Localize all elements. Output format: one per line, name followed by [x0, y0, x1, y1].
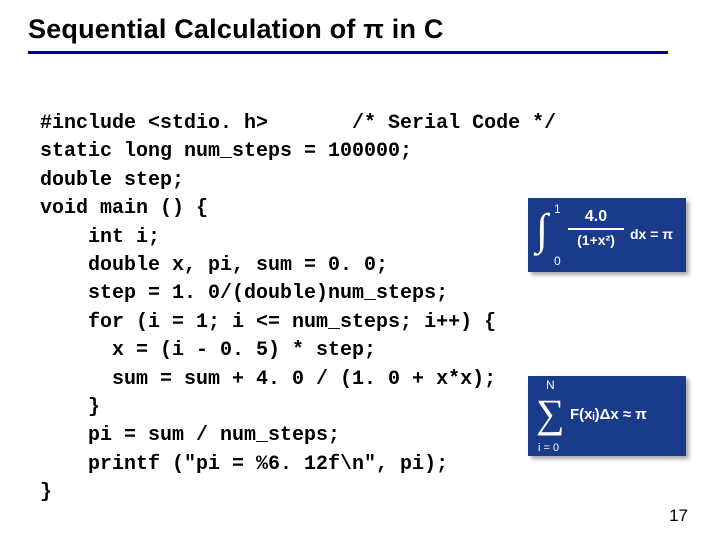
integral-icon: ∫ — [536, 204, 548, 255]
sigma-body: F(xᵢ)Δx ≈ π — [570, 406, 647, 423]
slide-title: Sequential Calculation of π in C — [28, 14, 668, 54]
code-line: sum = sum + 4. 0 / (1. 0 + x*x); — [40, 368, 496, 391]
code-block: #include <stdio. h> /* Serial Code */ st… — [40, 110, 556, 507]
fraction-denominator: (1+x²) — [568, 230, 624, 248]
code-line: } — [40, 396, 100, 419]
integral-lower: 0 — [554, 254, 561, 268]
code-line: for (i = 1; i <= num_steps; i++) { — [40, 311, 496, 334]
code-line: pi = sum / num_steps; — [40, 424, 340, 447]
code-line: printf ("pi = %6. 12f\n", pi); — [40, 453, 448, 476]
summation-formula: ∑ N i = 0 F(xᵢ)Δx ≈ π — [528, 376, 686, 456]
code-line: double step; — [40, 169, 184, 192]
code-line: int i; — [40, 226, 160, 249]
integral-formula: ∫ 1 0 4.0 (1+x²) dx = π — [528, 198, 686, 272]
slide: Sequential Calculation of π in C #includ… — [0, 0, 720, 540]
code-line: #include <stdio. h> /* Serial Code */ — [40, 112, 556, 135]
code-line: x = (i - 0. 5) * step; — [40, 339, 376, 362]
sigma-lower: i = 0 — [538, 442, 559, 454]
code-line: static long num_steps = 100000; — [40, 140, 412, 163]
code-line: void main () { — [40, 197, 208, 220]
code-line: double x, pi, sum = 0. 0; — [40, 254, 388, 277]
integral-fraction: 4.0 (1+x²) — [568, 208, 624, 248]
integral-upper: 1 — [554, 202, 561, 216]
code-line: } — [40, 481, 52, 504]
sigma-icon: ∑ — [536, 390, 565, 437]
sigma-upper: N — [546, 378, 555, 392]
code-line: step = 1. 0/(double)num_steps; — [40, 282, 448, 305]
integral-tail: dx = π — [630, 226, 673, 242]
page-number: 17 — [669, 506, 688, 526]
fraction-numerator: 4.0 — [568, 208, 624, 230]
